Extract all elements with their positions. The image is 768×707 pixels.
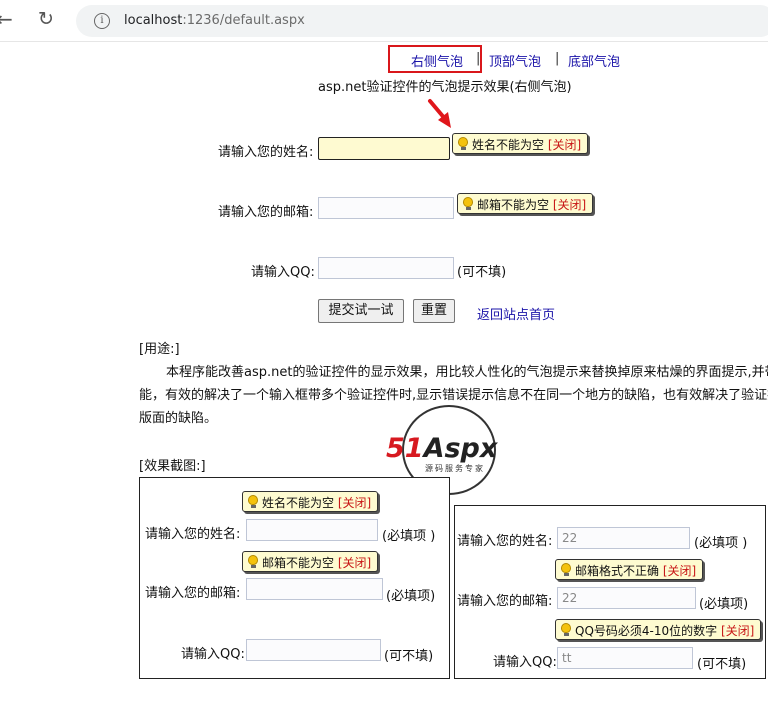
required-note: (必填项) (699, 597, 749, 612)
qq-error-bubble: QQ号码必须4-10位的数字 [关闭] (555, 619, 762, 640)
back-arrow-icon[interactable]: ← (0, 9, 13, 29)
name-label: 请输入您的姓名: (145, 527, 241, 542)
lightbulb-icon (463, 197, 473, 210)
lightbulb-icon (248, 495, 258, 508)
usage-line: 版面的缺陷。 (139, 411, 218, 426)
qq-input: tt (557, 647, 693, 669)
email-error-bubble: 邮箱格式不正确 [关闭] (555, 559, 704, 580)
required-note: (必填项 ) (694, 536, 748, 551)
logo-subtitle: 源码服务专家 (425, 464, 485, 473)
qq-label: 请输入QQ: (181, 647, 245, 662)
optional-note: (可不填) (697, 657, 747, 672)
email-input[interactable] (318, 197, 454, 219)
reload-icon[interactable]: ↻ (38, 9, 54, 29)
bubble-close-link: [关闭] (720, 624, 755, 638)
url-text[interactable]: localhost:1236/default.aspx (124, 13, 305, 28)
qq-input[interactable] (318, 257, 454, 279)
bubble-message: 姓名不能为空 (472, 138, 545, 152)
bubble-message: 邮箱不能为空 (262, 556, 335, 570)
url-path: :1236/default.aspx (182, 13, 305, 28)
name-input: 22 (557, 527, 690, 549)
name-input (246, 519, 378, 541)
qq-label: 请输入QQ: (493, 655, 557, 670)
qq-label: 请输入QQ: (251, 265, 315, 280)
lightbulb-icon (561, 563, 571, 576)
name-error-bubble: 姓名不能为空 [关闭] (242, 491, 379, 512)
back-home-link[interactable]: 返回站点首页 (477, 304, 555, 323)
email-input (246, 578, 383, 600)
email-error-bubble: 邮箱不能为空 [关闭] (457, 193, 594, 214)
required-note: (必填项 ) (382, 529, 436, 544)
nav-separator: | (555, 51, 560, 66)
email-label: 请输入您的邮箱: (457, 594, 553, 609)
bubble-message: 邮箱不能为空 (477, 198, 550, 212)
red-arrow-icon (428, 99, 451, 128)
url-host: localhost (124, 13, 183, 28)
usage-line: 能，有效的解决了一个输入框带多个验证控件时,显示错误提示信息不在同一个地方的缺陷… (139, 388, 768, 403)
bubble-close-link: [关闭] (662, 564, 697, 578)
bubble-message: 邮箱格式不正确 (575, 564, 660, 578)
lightbulb-icon (458, 137, 468, 150)
optional-note: (可不填) (384, 649, 434, 664)
usage-heading: [用途:] (139, 342, 180, 357)
lightbulb-icon (248, 555, 258, 568)
nav-separator: | (476, 51, 481, 66)
lightbulb-icon (561, 623, 571, 636)
bubble-close-link[interactable]: [关闭] (548, 138, 581, 152)
link-bottom-bubble[interactable]: 底部气泡 (568, 51, 620, 70)
email-label: 请输入您的邮箱: (145, 586, 241, 601)
bubble-close-link[interactable]: [关闭] (553, 198, 586, 212)
site-logo: 51Aspx (386, 433, 498, 464)
link-right-bubble[interactable]: 右侧气泡 (411, 51, 463, 70)
email-label: 请输入您的邮箱: (218, 205, 314, 220)
page-title: asp.net验证控件的气泡提示效果(右侧气泡) (318, 80, 572, 95)
reset-button[interactable]: 重置 (413, 299, 455, 323)
qq-optional-note: (可不填) (457, 265, 507, 280)
qq-input (246, 639, 381, 661)
required-note: (必填项) (386, 589, 436, 604)
email-error-bubble: 邮箱不能为空 [关闭] (242, 551, 379, 572)
bubble-message: 姓名不能为空 (262, 496, 335, 510)
usage-line: 本程序能改善asp.net的验证控件的显示效果，用比较人性化的气泡提示来替换掉原… (166, 365, 768, 380)
bubble-close-link: [关闭] (337, 556, 372, 570)
info-icon[interactable]: i (94, 13, 110, 29)
bubble-message: QQ号码必须4-10位的数字 (575, 624, 718, 638)
name-label: 请输入您的姓名: (457, 534, 553, 549)
email-input: 22 (557, 587, 696, 609)
name-error-bubble: 姓名不能为空 [关闭] (452, 133, 589, 154)
bubble-close-link: [关闭] (337, 496, 372, 510)
name-label: 请输入您的姓名: (218, 145, 314, 160)
screenshot-heading: [效果截图:] (139, 459, 206, 474)
submit-button[interactable]: 提交试一试 (318, 299, 404, 323)
link-top-bubble[interactable]: 顶部气泡 (489, 51, 541, 70)
name-input[interactable] (318, 137, 450, 160)
